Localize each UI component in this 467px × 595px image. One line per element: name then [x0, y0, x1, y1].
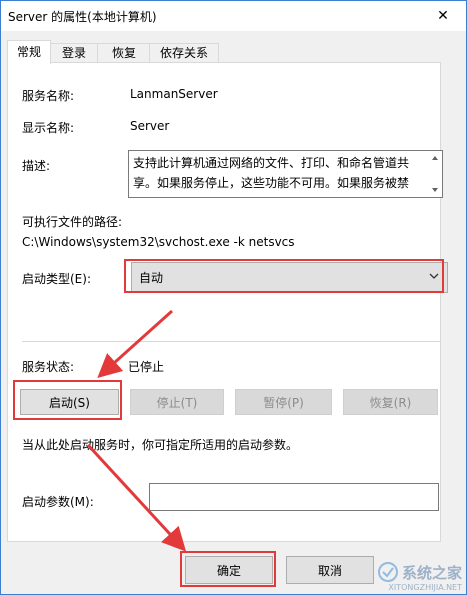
arrow-to-ok-icon [86, 443, 187, 552]
annotation-arrows [86, 309, 187, 552]
arrow-to-start-icon [97, 309, 174, 379]
tab-general[interactable]: 常规 [7, 40, 51, 64]
tab-general-label: 常规 [16, 45, 41, 59]
